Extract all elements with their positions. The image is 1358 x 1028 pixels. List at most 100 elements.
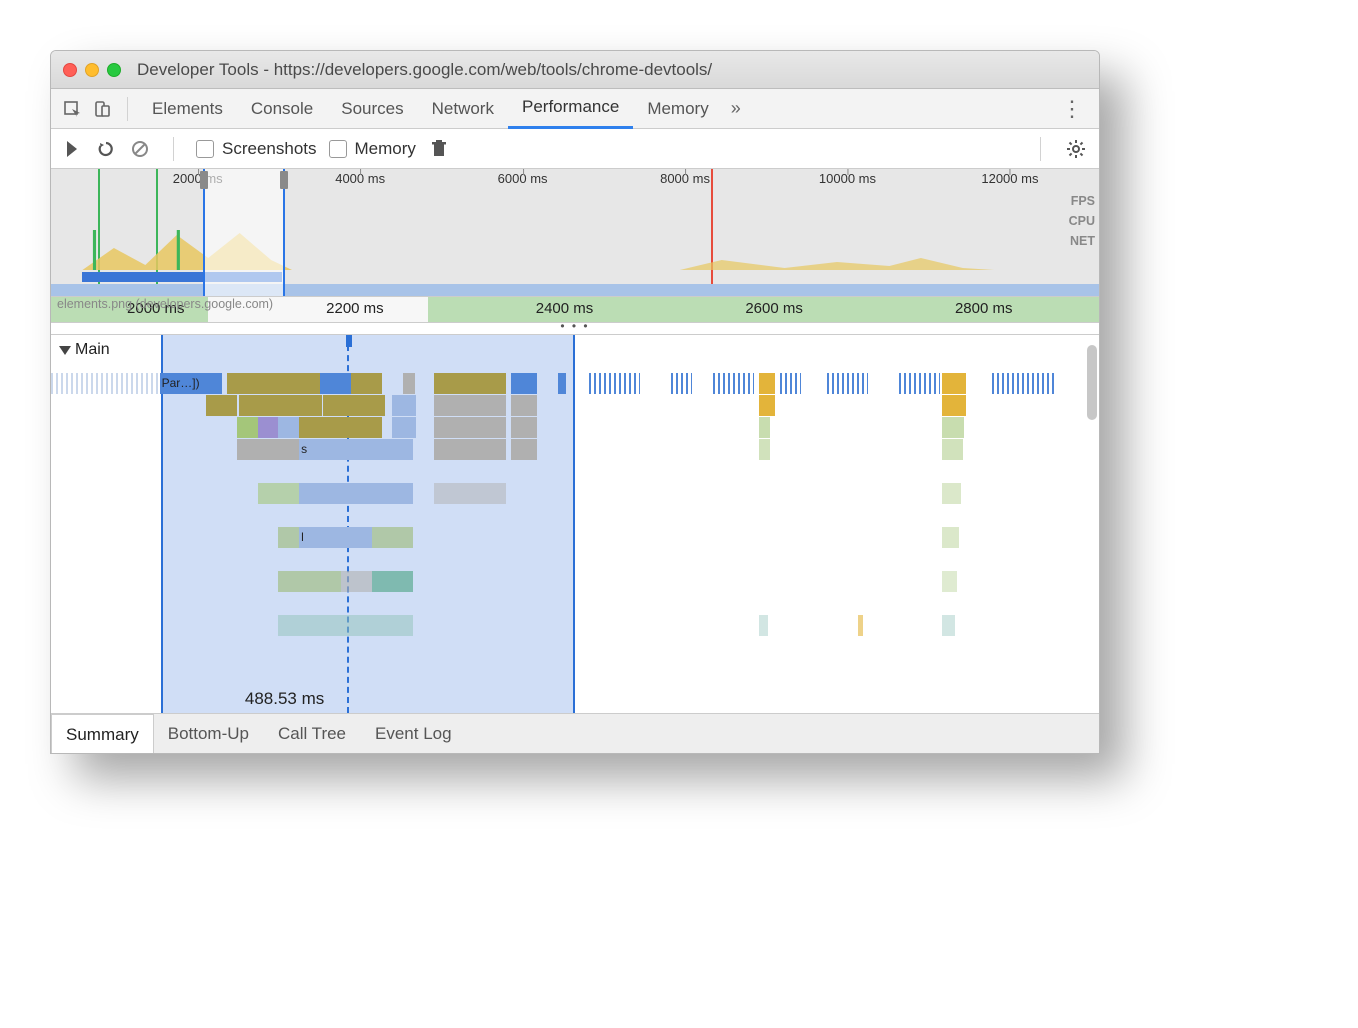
tab-performance[interactable]: Performance xyxy=(508,89,633,129)
flame-segment[interactable] xyxy=(258,483,299,504)
flame-segment[interactable] xyxy=(942,373,966,394)
flame-segment[interactable] xyxy=(858,615,863,636)
flame-segment[interactable] xyxy=(434,483,506,504)
tab-console[interactable]: Console xyxy=(237,89,327,129)
flame-segment[interactable] xyxy=(511,395,537,416)
overview-timeline[interactable]: 2000 ms4000 ms6000 ms8000 ms10000 ms1200… xyxy=(51,169,1099,297)
flame-segment[interactable] xyxy=(992,373,1054,394)
cpu-label: CPU xyxy=(1069,211,1095,231)
flame-segment[interactable]: s xyxy=(299,439,371,460)
tab-sources[interactable]: Sources xyxy=(327,89,417,129)
flame-segment[interactable] xyxy=(942,527,959,548)
close-icon[interactable] xyxy=(63,63,77,77)
flame-segment[interactable] xyxy=(759,439,769,460)
flame-segment[interactable] xyxy=(320,373,351,394)
tab-summary[interactable]: Summary xyxy=(51,714,154,754)
flame-segment[interactable] xyxy=(392,395,416,416)
flame-segment[interactable] xyxy=(206,395,237,416)
flame-segment[interactable] xyxy=(299,417,382,438)
flame-segment[interactable] xyxy=(759,373,775,394)
overview-selection[interactable] xyxy=(203,169,285,296)
inspect-icon[interactable] xyxy=(57,94,87,124)
flame-segment[interactable] xyxy=(278,571,299,592)
flame-segment[interactable] xyxy=(372,439,413,460)
minimize-icon[interactable] xyxy=(85,63,99,77)
flame-segment[interactable] xyxy=(899,373,940,394)
flame-segment[interactable] xyxy=(511,439,537,460)
record-icon[interactable] xyxy=(61,138,83,160)
flame-segment[interactable] xyxy=(759,417,769,438)
selection-handle-right[interactable] xyxy=(280,171,288,189)
window-title: Developer Tools - https://developers.goo… xyxy=(131,60,1087,80)
flame-segment[interactable] xyxy=(942,439,963,460)
flame-segment[interactable] xyxy=(942,483,961,504)
tab-bottom-up[interactable]: Bottom-Up xyxy=(154,714,264,753)
flame-segment[interactable] xyxy=(558,373,566,394)
screenshots-checkbox[interactable]: Screenshots xyxy=(196,139,317,159)
flame-segment[interactable] xyxy=(713,373,754,394)
flame-segment[interactable] xyxy=(759,395,775,416)
flame-segment[interactable] xyxy=(671,373,692,394)
tab-call-tree[interactable]: Call Tree xyxy=(264,714,361,753)
reload-icon[interactable] xyxy=(95,138,117,160)
flame-segment[interactable] xyxy=(278,615,412,636)
flame-segment[interactable] xyxy=(258,417,279,438)
device-toggle-icon[interactable] xyxy=(87,94,117,124)
tab-event-log[interactable]: Event Log xyxy=(361,714,467,753)
flame-segment[interactable] xyxy=(323,395,385,416)
flame-segment[interactable] xyxy=(434,373,506,394)
memory-checkbox[interactable]: Memory xyxy=(329,139,416,159)
flame-segment[interactable] xyxy=(434,439,506,460)
flame-segment[interactable] xyxy=(278,417,299,438)
flame-segment[interactable] xyxy=(278,527,299,548)
separator xyxy=(173,137,174,161)
flame-segment[interactable] xyxy=(351,373,382,394)
flame-segment[interactable]: l xyxy=(299,527,371,548)
flame-segment[interactable] xyxy=(237,439,299,460)
flame-segment[interactable] xyxy=(589,373,641,394)
flame-segment[interactable] xyxy=(942,571,956,592)
ruler-collapsed[interactable]: • • • xyxy=(51,323,1099,335)
flame-segment[interactable] xyxy=(341,571,372,592)
flame-segment[interactable] xyxy=(942,417,964,438)
flame-segment[interactable] xyxy=(239,395,322,416)
scrollbar[interactable] xyxy=(1087,345,1097,703)
tab-memory[interactable]: Memory xyxy=(633,89,722,129)
flame-segment[interactable] xyxy=(227,373,320,394)
flame-row xyxy=(51,571,1085,592)
flame-segment[interactable] xyxy=(827,373,868,394)
overflow-icon[interactable]: » xyxy=(723,98,749,119)
flame-segment[interactable] xyxy=(299,571,340,592)
flame-segment[interactable] xyxy=(299,483,371,504)
flame-chart[interactable]: Main Par…])sl 488.53 ms xyxy=(51,335,1099,713)
gear-icon[interactable] xyxy=(1063,138,1089,160)
tab-network[interactable]: Network xyxy=(418,89,508,129)
flame-segment[interactable] xyxy=(759,615,767,636)
flame-segment[interactable] xyxy=(434,395,506,416)
clear-icon[interactable] xyxy=(129,138,151,160)
flame-segment[interactable] xyxy=(372,483,413,504)
flame-segment[interactable] xyxy=(372,527,413,548)
flame-segment[interactable] xyxy=(511,373,537,394)
flame-segment[interactable] xyxy=(403,373,415,394)
flame-segment[interactable] xyxy=(780,373,801,394)
flame-segment[interactable] xyxy=(51,373,160,394)
flame-segment[interactable] xyxy=(372,571,413,592)
menu-icon[interactable]: ⋮ xyxy=(1051,96,1093,122)
flame-segment[interactable]: Par…]) xyxy=(160,373,222,394)
flame-segment[interactable] xyxy=(942,395,966,416)
zoom-icon[interactable] xyxy=(107,63,121,77)
selection-handle-left[interactable] xyxy=(200,171,208,189)
checkbox-icon[interactable] xyxy=(329,140,347,158)
trash-icon[interactable] xyxy=(428,138,450,160)
main-thread-toggle[interactable]: Main xyxy=(59,341,110,359)
flame-segment[interactable] xyxy=(392,417,416,438)
flame-segment[interactable] xyxy=(942,615,954,636)
flame-segment[interactable] xyxy=(434,417,506,438)
ruler-tick: 2600 ms xyxy=(745,300,803,317)
tab-elements[interactable]: Elements xyxy=(138,89,237,129)
scrollbar-thumb[interactable] xyxy=(1087,345,1097,420)
checkbox-icon[interactable] xyxy=(196,140,214,158)
flame-segment[interactable] xyxy=(511,417,537,438)
flame-segment[interactable] xyxy=(237,417,258,438)
